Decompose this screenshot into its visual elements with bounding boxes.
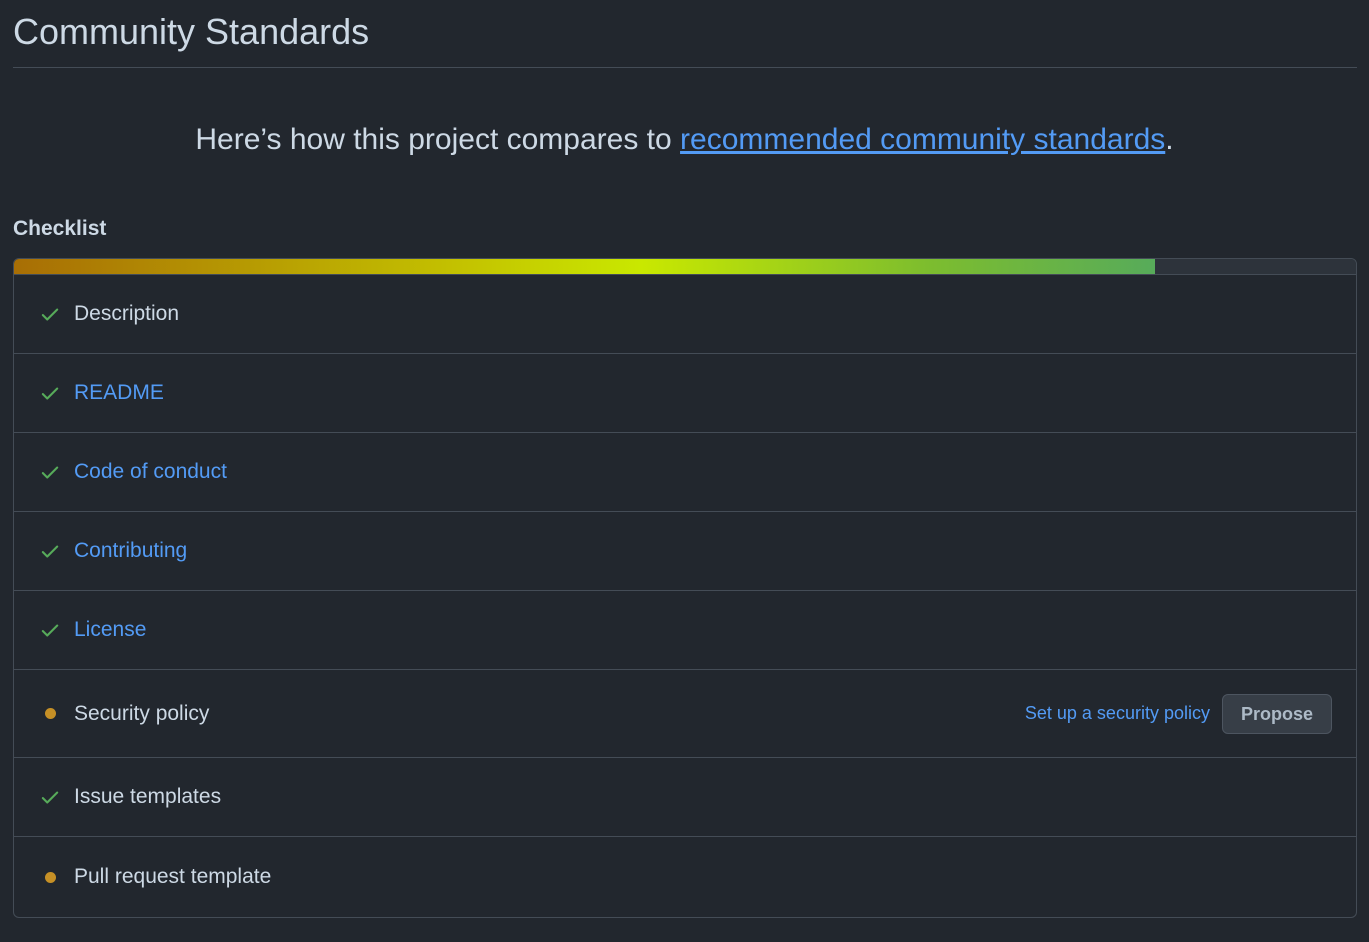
checklist-box: Description README Code of conduct Contr… (13, 258, 1357, 918)
check-icon (38, 785, 62, 809)
checklist-item-description: Description (14, 275, 1356, 354)
check-icon (38, 539, 62, 563)
checklist-item-license: License (14, 591, 1356, 670)
check-icon (38, 618, 62, 642)
lead-text: Here’s how this project compares to reco… (0, 118, 1369, 162)
checklist-item-contributing: Contributing (14, 512, 1356, 591)
check-icon (38, 460, 62, 484)
code-of-conduct-link[interactable]: Code of conduct (74, 458, 227, 486)
checklist-item-label: Description (74, 302, 180, 325)
status-dot (44, 708, 56, 719)
readme-link[interactable]: README (74, 379, 164, 407)
checklist-item-issue-templates: Issue templates (14, 758, 1356, 837)
page-header: Community Standards (13, 0, 1357, 68)
checklist-item-code-of-conduct: Code of conduct (14, 433, 1356, 512)
checklist-item-security-policy: Security policy Set up a security policy… (14, 670, 1356, 758)
security-policy-actions: Set up a security policy Propose (1025, 693, 1332, 734)
setup-security-policy-link[interactable]: Set up a security policy (1025, 703, 1210, 724)
check-icon (38, 302, 62, 326)
checklist-item-pull-request-template: Pull request template (14, 837, 1356, 917)
dot-icon (38, 865, 62, 889)
dot-icon (38, 702, 62, 726)
license-link[interactable]: License (74, 616, 146, 644)
propose-button[interactable]: Propose (1221, 693, 1332, 734)
status-dot (44, 871, 56, 883)
contributing-link[interactable]: Contributing (74, 537, 187, 565)
checklist-item-label: Pull request template (74, 865, 272, 888)
page-title: Community Standards (13, 11, 370, 52)
checklist-progress-bar (14, 259, 1356, 275)
check-icon (38, 381, 62, 405)
community-standards-page: Community Standards Here’s how this proj… (0, 0, 1369, 942)
progress-fill (14, 259, 1155, 274)
checklist-item-label: Issue templates (74, 785, 222, 808)
recommended-standards-link[interactable]: recommended community standards (680, 123, 1165, 156)
checklist-item-label: Security policy (74, 701, 210, 725)
checklist-item-readme: README (14, 354, 1356, 433)
lead-prefix: Here’s how this project compares to (195, 123, 681, 156)
lead-suffix: . (1165, 123, 1174, 156)
checklist-heading: Checklist (13, 217, 107, 240)
